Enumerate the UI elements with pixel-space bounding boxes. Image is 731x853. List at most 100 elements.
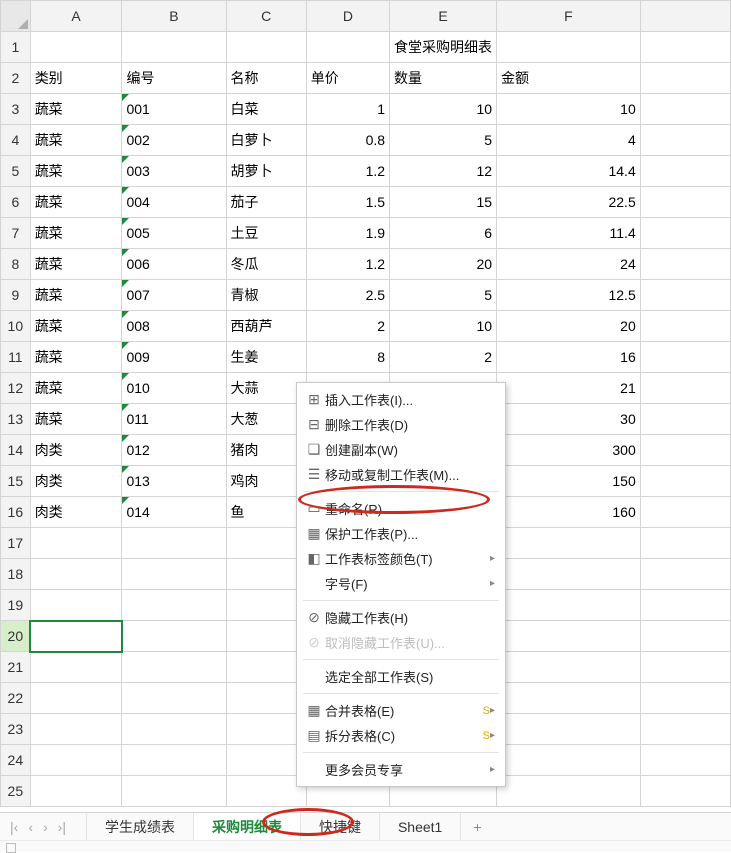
menu-hide-sheet[interactable]: ⊘隐藏工作表(H) xyxy=(297,605,505,630)
cell[interactable]: 大葱 xyxy=(226,404,306,435)
cell[interactable] xyxy=(226,621,306,652)
cell[interactable]: 007 xyxy=(122,280,226,311)
cell[interactable]: 001 xyxy=(122,94,226,125)
cell-header[interactable]: 数量 xyxy=(390,63,497,94)
cell[interactable] xyxy=(122,652,226,683)
cell[interactable]: 蔬菜 xyxy=(30,187,122,218)
cell[interactable]: 生姜 xyxy=(226,342,306,373)
tab-nav-last[interactable]: ›| xyxy=(58,819,66,835)
row-header[interactable]: 23 xyxy=(1,714,31,745)
menu-select-all-sheets[interactable]: 选定全部工作表(S) xyxy=(297,664,505,689)
menu-delete-sheet[interactable]: ⊟删除工作表(D) xyxy=(297,412,505,437)
cell-header[interactable]: 金额 xyxy=(497,63,641,94)
menu-split-tables[interactable]: ▤拆分表格(C)S▸ xyxy=(297,723,505,748)
cell[interactable]: 004 xyxy=(122,187,226,218)
cell[interactable]: 蔬菜 xyxy=(30,125,122,156)
cell[interactable] xyxy=(640,776,730,807)
cell[interactable] xyxy=(640,435,730,466)
cell[interactable] xyxy=(640,63,730,94)
cell[interactable] xyxy=(122,32,226,63)
cell[interactable] xyxy=(226,776,306,807)
cell[interactable] xyxy=(30,621,122,652)
cell[interactable]: 006 xyxy=(122,249,226,280)
cell[interactable]: 鸡肉 xyxy=(226,466,306,497)
cell[interactable]: 21 xyxy=(497,373,641,404)
cell[interactable] xyxy=(640,32,730,63)
col-header-B[interactable]: B xyxy=(122,1,226,32)
row-header[interactable]: 24 xyxy=(1,745,31,776)
row-header[interactable]: 25 xyxy=(1,776,31,807)
cell[interactable] xyxy=(497,528,641,559)
cell[interactable] xyxy=(497,652,641,683)
cell[interactable]: 蔬菜 xyxy=(30,404,122,435)
cell[interactable] xyxy=(640,528,730,559)
row-header[interactable]: 4 xyxy=(1,125,31,156)
sheet-tab-students[interactable]: 学生成绩表 xyxy=(86,813,194,841)
select-all-corner[interactable] xyxy=(1,1,31,32)
cell[interactable] xyxy=(497,714,641,745)
cell[interactable]: 2.5 xyxy=(306,280,389,311)
row-header[interactable]: 11 xyxy=(1,342,31,373)
col-header-D[interactable]: D xyxy=(306,1,389,32)
cell[interactable] xyxy=(30,745,122,776)
cell[interactable] xyxy=(640,156,730,187)
cell[interactable]: 1.9 xyxy=(306,218,389,249)
add-sheet-button[interactable]: + xyxy=(461,819,493,835)
cell[interactable] xyxy=(497,590,641,621)
cell[interactable]: 003 xyxy=(122,156,226,187)
cell[interactable]: 冬瓜 xyxy=(226,249,306,280)
cell[interactable] xyxy=(122,528,226,559)
cell[interactable] xyxy=(122,590,226,621)
menu-more-vip[interactable]: 更多会员专享▸ xyxy=(297,757,505,782)
cell[interactable] xyxy=(640,559,730,590)
col-header-A[interactable]: A xyxy=(30,1,122,32)
cell[interactable]: 6 xyxy=(390,218,497,249)
cell[interactable]: 300 xyxy=(497,435,641,466)
cell[interactable]: 蔬菜 xyxy=(30,373,122,404)
sheet-tab-sheet1[interactable]: Sheet1 xyxy=(379,813,461,841)
cell[interactable]: 肉类 xyxy=(30,435,122,466)
cell[interactable] xyxy=(640,466,730,497)
cell[interactable]: 青椒 xyxy=(226,280,306,311)
cell[interactable] xyxy=(640,311,730,342)
cell[interactable]: 0.8 xyxy=(306,125,389,156)
cell[interactable]: 30 xyxy=(497,404,641,435)
cell[interactable]: 土豆 xyxy=(226,218,306,249)
cell-header[interactable]: 单价 xyxy=(306,63,389,94)
cell[interactable] xyxy=(640,342,730,373)
cell[interactable] xyxy=(226,683,306,714)
cell[interactable]: 猪肉 xyxy=(226,435,306,466)
cell[interactable] xyxy=(640,280,730,311)
cell[interactable]: 011 xyxy=(122,404,226,435)
row-header[interactable]: 3 xyxy=(1,94,31,125)
cell[interactable] xyxy=(497,32,641,63)
cell[interactable] xyxy=(640,497,730,528)
cell[interactable]: 西葫芦 xyxy=(226,311,306,342)
cell[interactable] xyxy=(497,559,641,590)
row-header[interactable]: 10 xyxy=(1,311,31,342)
cell[interactable] xyxy=(30,528,122,559)
cell[interactable]: 1.2 xyxy=(306,156,389,187)
tab-nav-next[interactable]: › xyxy=(43,819,48,835)
cell[interactable]: 白萝卜 xyxy=(226,125,306,156)
cell-header[interactable]: 编号 xyxy=(122,63,226,94)
cell[interactable] xyxy=(497,683,641,714)
cell[interactable] xyxy=(30,32,122,63)
cell[interactable] xyxy=(640,249,730,280)
cell[interactable]: 12.5 xyxy=(497,280,641,311)
cell[interactable]: 蔬菜 xyxy=(30,156,122,187)
cell[interactable]: 005 xyxy=(122,218,226,249)
col-header-overflow[interactable] xyxy=(640,1,730,32)
cell[interactable] xyxy=(497,621,641,652)
cell[interactable] xyxy=(30,776,122,807)
menu-duplicate-sheet[interactable]: ❏创建副本(W) xyxy=(297,437,505,462)
cell[interactable] xyxy=(226,714,306,745)
cell[interactable] xyxy=(122,745,226,776)
cell[interactable]: 茄子 xyxy=(226,187,306,218)
row-header[interactable]: 6 xyxy=(1,187,31,218)
cell[interactable]: 12 xyxy=(390,156,497,187)
cell[interactable]: 白菜 xyxy=(226,94,306,125)
cell[interactable]: 150 xyxy=(497,466,641,497)
menu-font-size[interactable]: 字号(F)▸ xyxy=(297,571,505,596)
cell[interactable] xyxy=(640,714,730,745)
